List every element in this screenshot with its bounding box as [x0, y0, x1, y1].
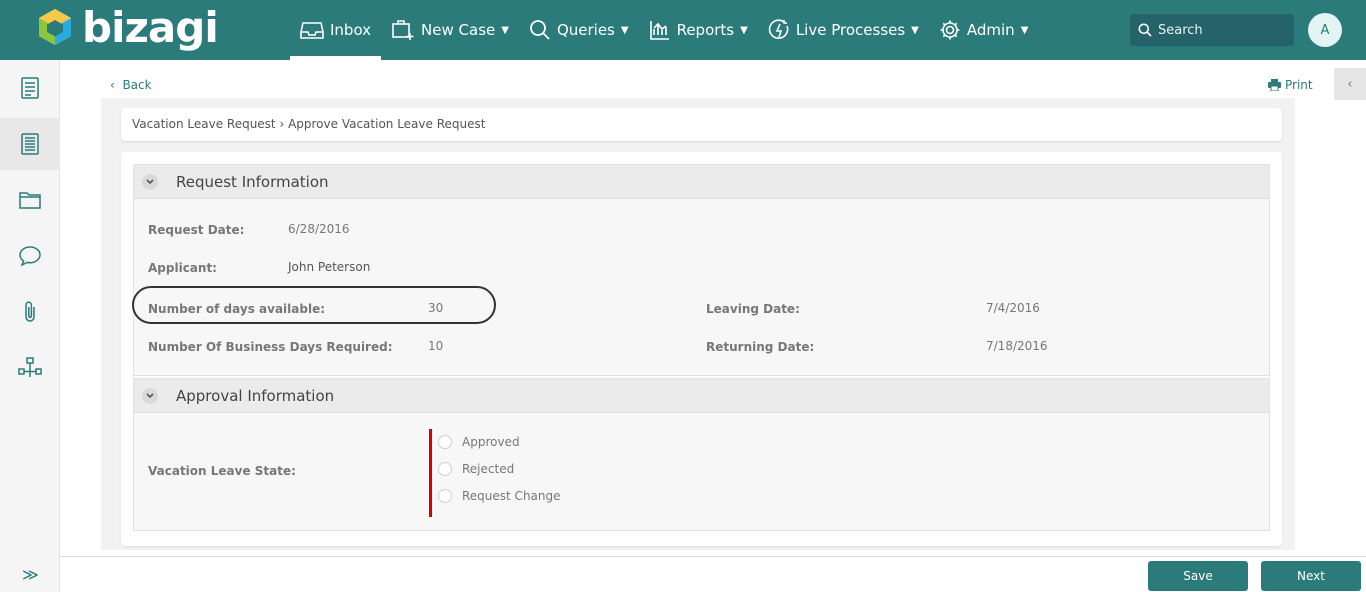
nav-admin[interactable]: Admin ▼: [929, 0, 1039, 60]
search-input[interactable]: [1158, 22, 1278, 38]
sidebar-item-process-map[interactable]: [0, 342, 60, 394]
collapse-panel-button[interactable]: ‹: [1334, 68, 1366, 100]
request-information-group: Request Information Request Date: 6/28/2…: [132, 164, 1270, 376]
top-bar: bizagi Inbox New Case ▼ Queries ▼ Report…: [0, 0, 1366, 60]
chevron-left-icon: ‹: [1347, 76, 1353, 92]
highlight-annotation: [132, 286, 496, 324]
bizagi-logo[interactable]: bizagi: [38, 3, 219, 52]
search-box[interactable]: [1130, 14, 1294, 46]
radio-option-approved[interactable]: Approved: [438, 435, 520, 449]
nav-inbox-label: Inbox: [330, 21, 372, 39]
radio-option-rejected[interactable]: Rejected: [438, 462, 514, 476]
caret-down-icon: ▼: [620, 24, 629, 36]
printer-icon: [1268, 79, 1281, 91]
request-information-title: Request Information: [176, 172, 329, 191]
nav-new-case[interactable]: New Case ▼: [381, 0, 519, 60]
main-nav: Inbox New Case ▼ Queries ▼ Reports ▼ Liv…: [290, 0, 1038, 60]
attachment-icon: [25, 301, 35, 322]
radio-label-approved: Approved: [462, 435, 520, 449]
request-date-value: 6/28/2016: [288, 222, 350, 236]
radio-button[interactable]: [438, 489, 452, 503]
back-link[interactable]: ‹ Back: [110, 78, 152, 92]
reports-icon: [649, 21, 669, 40]
main-content: ‹ Back Print ‹ Vacation Leave Request › …: [60, 60, 1366, 556]
nav-admin-label: Admin: [966, 21, 1015, 39]
applicant-value: John Peterson: [288, 260, 371, 274]
user-avatar[interactable]: A: [1308, 13, 1342, 47]
save-button[interactable]: Save: [1148, 561, 1248, 591]
left-sidebar: ≫: [0, 60, 60, 592]
sidebar-item-comments[interactable]: [0, 230, 60, 282]
leaving-date-value: 7/4/2016: [986, 301, 1040, 315]
approval-information-group: Approval Information Vacation Leave Stat…: [133, 378, 1270, 531]
nav-live-processes[interactable]: Live Processes ▼: [758, 0, 929, 60]
search-icon: [1138, 23, 1152, 37]
activity-form-icon: [21, 77, 39, 99]
sidebar-item-folders[interactable]: [0, 174, 60, 226]
radio-label-rejected: Rejected: [462, 462, 515, 476]
bottom-action-bar: Save Next: [60, 556, 1366, 592]
gear-icon: [940, 20, 960, 40]
radio-button[interactable]: [438, 435, 452, 449]
inbox-icon: [300, 22, 324, 39]
brand-name: bizagi: [82, 3, 219, 52]
nav-inbox[interactable]: Inbox: [290, 0, 382, 60]
nav-reports-label: Reports: [676, 21, 735, 39]
radio-button[interactable]: [438, 462, 452, 476]
request-information-header[interactable]: Request Information: [134, 165, 1269, 199]
sidebar-item-activity-form[interactable]: [0, 62, 60, 114]
summary-icon: [21, 133, 39, 155]
comments-icon: [19, 246, 41, 266]
next-button[interactable]: Next: [1261, 561, 1361, 591]
form-area: Vacation Leave Request › Approve Vacatio…: [101, 98, 1295, 550]
live-processes-icon: [768, 19, 789, 39]
bizagi-logo-icon: [38, 8, 74, 48]
sidebar-item-summary[interactable]: [0, 118, 60, 170]
returning-date-value: 7/18/2016: [986, 339, 1048, 353]
radio-option-request-change[interactable]: Request Change: [438, 489, 561, 503]
nav-queries[interactable]: Queries ▼: [519, 0, 639, 60]
chevron-down-icon[interactable]: [142, 173, 158, 190]
required-indicator: [429, 429, 432, 517]
nav-new-case-label: New Case: [421, 21, 496, 39]
returning-date-label: Returning Date:: [706, 340, 815, 354]
applicant-label: Applicant:: [148, 261, 217, 275]
chevron-left-icon: ‹: [110, 78, 115, 92]
nav-reports[interactable]: Reports ▼: [639, 0, 758, 60]
double-chevron-right-icon[interactable]: ≫: [22, 565, 39, 584]
new-case-icon: [392, 20, 414, 40]
caret-down-icon: ▼: [740, 24, 748, 36]
form-panel: Request Information Request Date: 6/28/2…: [121, 152, 1282, 546]
business-days-label: Number Of Business Days Required:: [148, 340, 393, 354]
search-icon: [530, 20, 550, 40]
request-date-label: Request Date:: [148, 223, 245, 237]
approval-information-title: Approval Information: [176, 386, 335, 405]
leaving-date-label: Leaving Date:: [706, 302, 800, 316]
vacation-leave-state-label: Vacation Leave State:: [148, 464, 296, 478]
caret-down-icon: ▼: [1020, 24, 1029, 36]
business-days-value: 10: [428, 339, 444, 353]
approval-information-header[interactable]: Approval Information: [134, 379, 1269, 413]
chevron-down-icon[interactable]: [142, 387, 158, 404]
process-map-icon: [18, 357, 42, 377]
caret-down-icon: ▼: [911, 24, 919, 36]
print-button[interactable]: Print: [1268, 78, 1313, 92]
back-label: Back: [122, 78, 152, 92]
nav-live-processes-label: Live Processes: [795, 21, 906, 39]
nav-queries-label: Queries: [556, 21, 615, 39]
sidebar-item-attachments[interactable]: [0, 286, 60, 338]
radio-label-request-change: Request Change: [462, 489, 561, 503]
folder-icon: [19, 192, 41, 209]
breadcrumb: Vacation Leave Request › Approve Vacatio…: [121, 108, 1282, 141]
caret-down-icon: ▼: [501, 24, 509, 36]
print-label: Print: [1285, 78, 1313, 92]
